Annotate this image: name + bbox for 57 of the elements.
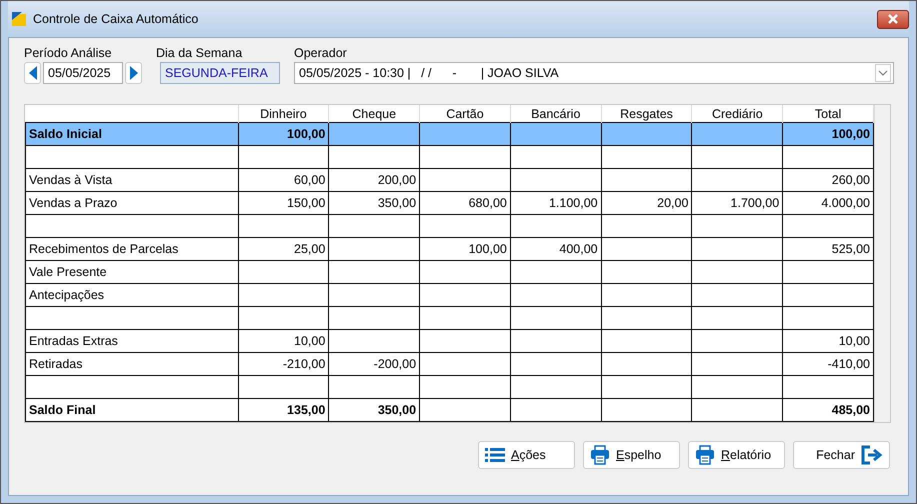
table-cell: -200,00 <box>328 352 420 376</box>
table-cell: 100,00 <box>782 122 874 146</box>
table-cell: 10,00 <box>782 330 874 352</box>
table-cell: 350,00 <box>328 398 420 422</box>
previous-button[interactable] <box>24 62 41 84</box>
table-cell: 100,00 <box>420 238 510 260</box>
list-icon <box>485 447 505 463</box>
table-cell: 400,00 <box>510 238 602 260</box>
right-arrow-icon <box>130 66 138 80</box>
table-cell: 150,00 <box>238 192 329 214</box>
table-cell: 100,00 <box>238 122 329 146</box>
close-icon <box>887 14 899 24</box>
table-cell: 20,00 <box>601 192 692 214</box>
field-label: Dia da Semana <box>156 46 244 61</box>
close-button[interactable] <box>877 10 909 28</box>
left-arrow-icon <box>28 66 36 80</box>
action-button[interactable]: Ações <box>478 441 575 469</box>
dropdown-icon <box>875 64 891 82</box>
exit-icon <box>861 445 883 465</box>
table-cell: 135,00 <box>238 398 329 422</box>
row-label: Vendas a Prazo <box>26 192 238 214</box>
table-cell: 525,00 <box>782 238 874 260</box>
row-label: Saldo Inicial <box>26 122 238 146</box>
row-label: Retiradas <box>26 352 238 376</box>
table-cell: 4.000,00 <box>782 192 874 214</box>
table-cell: 25,00 <box>238 238 329 260</box>
next-button[interactable] <box>125 62 142 84</box>
table-cell: 60,00 <box>238 168 329 192</box>
table-cell: 1.700,00 <box>692 192 783 214</box>
row-label: Vendas à Vista <box>26 168 238 192</box>
row-label: Vale Presente <box>26 260 238 284</box>
app-logo-icon <box>11 11 27 27</box>
table-cell: -410,00 <box>782 352 874 376</box>
table-cell: 10,00 <box>238 330 329 352</box>
row-label: Entradas Extras <box>26 330 238 352</box>
action-button[interactable]: Espelho <box>583 441 680 469</box>
date-field[interactable]: 05/05/2025 <box>43 62 123 84</box>
table-cell: 200,00 <box>328 168 420 192</box>
field-label: Operador <box>294 46 348 61</box>
table-cell: 260,00 <box>782 168 874 192</box>
operator-dropdown[interactable]: 05/05/2025 - 10:30 | / / - | JOAO SILVA <box>294 62 894 84</box>
table-cell: 1.100,00 <box>510 192 602 214</box>
row-label: Antecipações <box>26 284 238 306</box>
window-title: Controle de Caixa Automático <box>33 12 198 26</box>
table-cell: -210,00 <box>238 352 329 376</box>
weekday-field: SEGUNDA-FEIRA <box>160 62 280 84</box>
action-button[interactable]: Relatório <box>688 441 785 469</box>
table-cell: 680,00 <box>420 192 510 214</box>
printer-icon <box>590 445 610 465</box>
table-cell: 485,00 <box>782 398 874 422</box>
scrollbar-track[interactable] <box>874 105 890 422</box>
row-label: Recebimentos de Parcelas <box>26 238 238 260</box>
printer-icon <box>695 445 715 465</box>
action-button[interactable]: Fechar <box>793 441 890 469</box>
row-label: Saldo Final <box>26 398 238 422</box>
table-cell: 350,00 <box>328 192 420 214</box>
field-label: Período Análise <box>24 46 113 61</box>
